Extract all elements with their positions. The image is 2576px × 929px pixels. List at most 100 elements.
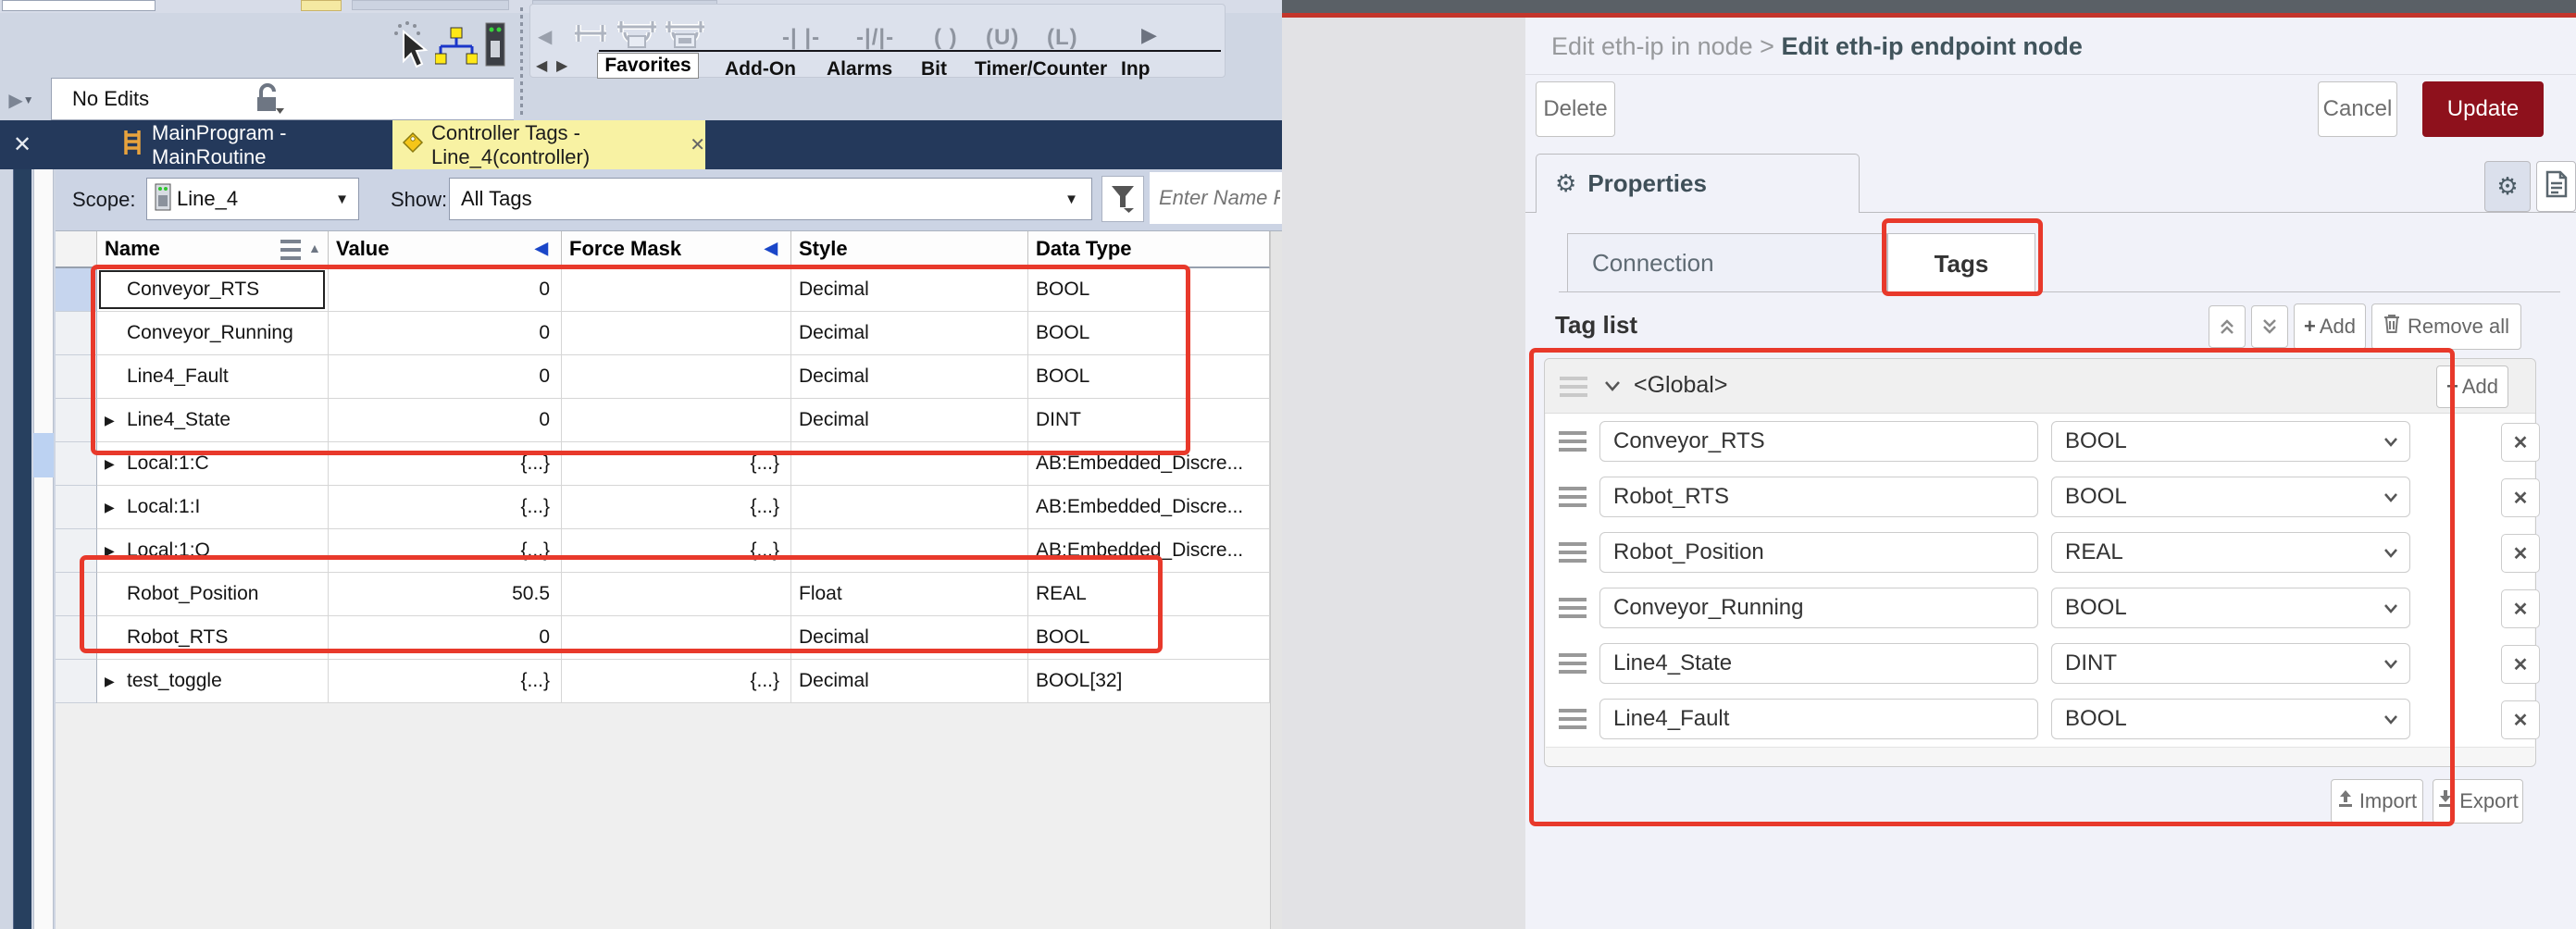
table-row-cell-style[interactable] <box>791 529 1028 573</box>
add-tag-button[interactable]: +Add <box>2294 303 2366 350</box>
column-header-style[interactable]: Style <box>791 231 1028 268</box>
table-row-cell-force[interactable]: {...} <box>562 529 791 573</box>
column-header-name[interactable]: Name ▲ <box>97 231 329 268</box>
name-filter-input[interactable] <box>1150 172 1282 224</box>
row-selector-3[interactable] <box>56 399 97 442</box>
instruction-tab-favorites[interactable]: Favorites <box>597 53 699 79</box>
move-top-button[interactable] <box>2209 305 2246 348</box>
table-row-cell-name[interactable]: Conveyor_Running <box>97 312 329 355</box>
tag-name-input[interactable] <box>1599 421 2038 462</box>
cancel-button[interactable]: Cancel <box>2318 81 2397 137</box>
tag-type-select[interactable]: REAL <box>2051 532 2410 573</box>
row-selector-4[interactable] <box>56 442 97 486</box>
remove-all-button[interactable]: Remove all <box>2371 303 2521 350</box>
tab-controller-tags[interactable]: Controller Tags - Line_4(controller) ✕ <box>392 120 705 169</box>
tab-mainroutine[interactable]: MainProgram - MainRoutine <box>111 120 389 169</box>
network-tree-icon[interactable] <box>435 26 478 67</box>
rung-dropdown-button[interactable]: ▶▼ <box>4 81 39 118</box>
drag-handle-icon[interactable] <box>1559 487 1587 507</box>
table-row-cell-style[interactable] <box>791 486 1028 529</box>
lock-icon[interactable] <box>254 82 285 116</box>
table-row-cell-type[interactable]: BOOL <box>1028 268 1270 312</box>
tab-tags[interactable]: Tags <box>1887 233 2035 293</box>
tag-type-select[interactable]: DINT <box>2051 643 2410 684</box>
expand-arrow-icon[interactable]: ▶ <box>105 456 127 472</box>
plc-top-highlighted-button[interactable] <box>301 0 342 11</box>
table-row-cell-style[interactable] <box>791 442 1028 486</box>
tab-close-icon[interactable]: ✕ <box>690 133 705 156</box>
instruction-tab-input[interactable]: Inp <box>1121 58 1151 81</box>
table-row-cell-type[interactable]: BOOL[32] <box>1028 660 1270 703</box>
edit-description-icon-button[interactable] <box>2536 161 2576 212</box>
table-row-cell-style[interactable]: Float <box>791 573 1028 616</box>
row-selector-6[interactable] <box>56 529 97 573</box>
left-dock-splitter[interactable] <box>13 169 31 929</box>
show-combo-arrow-icon[interactable]: ▼ <box>1064 192 1078 207</box>
table-row-cell-type[interactable]: DINT <box>1028 399 1270 442</box>
expand-arrow-icon[interactable]: ▶ <box>105 413 127 428</box>
table-row-cell-name[interactable]: Robot_RTS <box>97 616 329 660</box>
table-row-cell-name[interactable]: ▶test_toggle <box>97 660 329 703</box>
table-row-cell-style[interactable]: Decimal <box>791 399 1028 442</box>
table-row-cell-type[interactable]: BOOL <box>1028 312 1270 355</box>
contact-xic-icon[interactable]: -| |- <box>782 25 820 51</box>
tag-group-header[interactable]: <Global> +Add <box>1545 359 2535 414</box>
row-selector-5[interactable] <box>56 486 97 529</box>
table-row-cell-force[interactable] <box>562 312 791 355</box>
instruction-tab-alarms[interactable]: Alarms <box>827 58 892 81</box>
remove-tag-button[interactable]: ✕ <box>2501 423 2540 462</box>
table-row-cell-value[interactable]: 0 <box>329 355 562 399</box>
tab-properties[interactable]: ⚙ Properties <box>1536 154 1860 213</box>
column-header-force-mask[interactable]: Force Mask ◀ <box>562 231 791 268</box>
edit-properties-icon-button[interactable]: ⚙ <box>2484 161 2531 212</box>
row-selector-9[interactable] <box>56 660 97 703</box>
table-row-cell-value[interactable]: 0 <box>329 312 562 355</box>
table-row-cell-type[interactable]: AB:Embedded_Discre... <box>1028 486 1270 529</box>
drag-handle-icon[interactable] <box>1559 598 1587 618</box>
table-row-cell-value[interactable]: 0 <box>329 268 562 312</box>
tag-name-input[interactable] <box>1599 643 2038 684</box>
import-button[interactable]: Import <box>2331 779 2423 824</box>
remove-tag-button[interactable]: ✕ <box>2501 700 2540 739</box>
table-row-cell-type[interactable]: AB:Embedded_Discre... <box>1028 442 1270 486</box>
tag-name-input[interactable] <box>1599 588 2038 628</box>
expand-arrow-icon[interactable]: ▶ <box>105 543 127 559</box>
table-row-cell-value[interactable]: 50.5 <box>329 573 562 616</box>
table-row-cell-force[interactable] <box>562 573 791 616</box>
row-selector-7[interactable] <box>56 573 97 616</box>
column-header-data-type[interactable]: Data Type <box>1028 231 1270 268</box>
table-row-cell-value[interactable]: 0 <box>329 399 562 442</box>
device-panel-icon[interactable] <box>485 22 505 67</box>
coil-ote-icon[interactable]: ( ) <box>934 25 958 51</box>
table-row-cell-name[interactable]: Robot_Position <box>97 573 329 616</box>
coil-otl-icon[interactable]: (L) <box>1047 25 1078 51</box>
tag-type-select[interactable]: BOOL <box>2051 421 2410 462</box>
row-selector-1[interactable] <box>56 312 97 355</box>
table-row-cell-type[interactable]: BOOL <box>1028 355 1270 399</box>
tag-name-input[interactable] <box>1599 532 2038 573</box>
table-row-cell-value[interactable]: {...} <box>329 660 562 703</box>
tag-name-input[interactable] <box>1599 699 2038 739</box>
group-add-button[interactable]: +Add <box>2436 365 2508 408</box>
table-row-cell-style[interactable]: Decimal <box>791 660 1028 703</box>
table-row-cell-force[interactable]: {...} <box>562 442 791 486</box>
table-row-cell-value[interactable]: 0 <box>329 616 562 660</box>
row-selector-8[interactable] <box>56 616 97 660</box>
table-row-cell-value[interactable]: {...} <box>329 486 562 529</box>
move-bottom-button[interactable] <box>2251 305 2288 348</box>
breadcrumb-parent[interactable]: Edit eth-ip in node <box>1551 32 1753 60</box>
tag-type-select[interactable]: BOOL <box>2051 699 2410 739</box>
instruction-tab-timercounter[interactable]: Timer/Counter <box>975 58 1107 81</box>
remove-tag-button[interactable]: ✕ <box>2501 589 2540 628</box>
remove-tag-button[interactable]: ✕ <box>2501 645 2540 684</box>
group-drag-handle-icon[interactable] <box>1560 377 1587 397</box>
instruction-tab-bit[interactable]: Bit <box>921 58 947 81</box>
table-row-cell-force[interactable] <box>562 268 791 312</box>
tab-scroll-right-icon[interactable]: ▶ <box>556 56 567 75</box>
instruction-tab-addon[interactable]: Add-On <box>725 58 796 81</box>
table-row-cell-style[interactable]: Decimal <box>791 355 1028 399</box>
tab-scroll-left-icon[interactable]: ◀ <box>536 56 547 75</box>
row-selector-2[interactable] <box>56 355 97 399</box>
drag-handle-icon[interactable] <box>1559 709 1587 729</box>
table-row-cell-name[interactable]: ▶Local:1:I <box>97 486 329 529</box>
